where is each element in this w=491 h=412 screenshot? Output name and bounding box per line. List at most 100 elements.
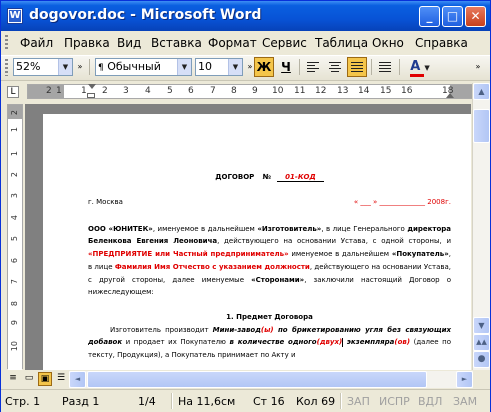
ruler-number: 6 [10,258,19,264]
ruler-number: 7 [210,86,216,96]
menubar-grip[interactable] [5,35,8,51]
toolbar-options-icon[interactable]: » [75,57,85,77]
tab-selector-icon[interactable]: L [7,86,19,98]
status-page: Стр. 1 [5,395,41,408]
status-rec[interactable]: ЗАП [347,395,370,408]
font-size-value: 10 [198,60,212,73]
chevron-down-icon[interactable]: ▼ [228,59,242,75]
menu-view[interactable]: Вид [117,36,141,50]
normal-view-icon[interactable]: ≡ [6,372,20,386]
status-line: Ст 16 [253,395,285,408]
maximize-button[interactable]: □ [442,6,463,27]
text-run: «Сторонами» [251,275,305,284]
chevron-down-icon[interactable]: ▼ [424,64,429,72]
horizontal-ruler[interactable]: 2 1 1 2 3 4 5 6 7 8 9 10 11 12 13 14 15 … [27,84,473,99]
ruler-number: 9 [10,320,19,326]
city-date-line: г. Москва « ___ » _____________ 2008г. [88,196,451,209]
menu-help[interactable]: Справка [415,36,468,50]
scroll-left-button[interactable]: ◄ [69,371,86,388]
style-value: Обычный [107,60,161,73]
style-combo[interactable]: ¶ Обычный ▼ [95,58,192,76]
ruler-number: 7 [10,279,19,285]
justify-icon [351,62,363,73]
chevron-down-icon[interactable]: ▼ [58,59,72,75]
menu-file[interactable]: Файл [20,36,53,50]
contract-number-sign: № [262,173,271,181]
ruler-number: 2 [10,172,19,178]
status-section: Разд 1 [62,395,100,408]
vertical-scrollbar[interactable]: ▲ ▼ ▲▲ ● [472,83,490,370]
ruler-number: 8 [10,301,19,307]
menu-edit[interactable]: Правка [64,36,110,50]
document-page[interactable]: ДОГОВОР № 01-КОД г. Москва « ___ » _____… [43,114,471,370]
toolbar-grip[interactable] [5,59,8,76]
minimize-button[interactable]: _ [419,6,440,27]
first-line-indent-marker[interactable] [88,84,96,89]
left-indent-marker[interactable] [87,93,95,98]
text-run: экземпляра [346,338,395,347]
ruler-number: 1 [56,86,62,96]
scroll-down-button[interactable]: ▼ [473,317,490,334]
align-left-button[interactable] [303,57,323,77]
ruler-number: 5 [167,86,173,96]
select-browse-object-button[interactable]: ● [473,351,490,368]
ruler-number: 4 [145,86,151,96]
toolbar-options-icon[interactable]: » [246,57,254,77]
ruler-number: 1 [81,86,87,96]
contract-title: ДОГОВОР № 01-КОД [88,171,451,184]
menu-tools[interactable]: Сервис [262,36,307,50]
title-bar[interactable]: W dogovor.doc - Microsoft Word _ □ ✕ [1,1,490,31]
font-size-combo[interactable]: 10 ▼ [195,58,243,76]
vertical-scroll-thumb[interactable] [473,109,490,143]
ruler-number: 14 [358,86,370,96]
font-color-button[interactable]: A ▼ [405,57,435,77]
underline-button[interactable]: Ч [276,57,296,77]
justify-button[interactable] [347,57,367,77]
vertical-ruler[interactable]: 2 1 1 2 3 4 5 6 7 8 9 10 [7,104,23,370]
status-ovr[interactable]: ЗАМ [453,395,477,408]
status-separator [171,393,173,409]
menu-window[interactable]: Окно [372,36,404,50]
menu-format[interactable]: Формат [208,36,257,50]
text-run: , действующего на основании Устава, с од… [217,237,451,246]
horizontal-scroll-thumb[interactable] [87,371,427,388]
toolbar-separator [399,59,400,75]
menu-insert[interactable]: Вставка [151,36,202,50]
ruler-number: 1 [10,151,19,157]
previous-page-button[interactable]: ▲▲ [473,334,490,351]
word-window: W dogovor.doc - Microsoft Word _ □ ✕ Фай… [0,0,491,412]
word-doc-icon[interactable]: W [7,8,23,24]
scroll-right-button[interactable]: ► [456,371,473,388]
web-view-icon[interactable]: ▭ [22,372,36,386]
contract-code: 01-КОД [277,173,324,182]
scroll-up-button[interactable]: ▲ [473,83,490,100]
toolbar-options-icon[interactable]: » [473,57,483,77]
text-run: , именуемое в дальнейшем [152,224,258,233]
print-layout-view-icon[interactable]: ▣ [38,372,52,386]
ruler-number: 6 [188,86,194,96]
align-center-button[interactable] [325,57,345,77]
status-trk[interactable]: ИСПР [379,395,410,408]
ruler-number: 3 [123,86,129,96]
document-text[interactable]: ДОГОВОР № 01-КОД г. Москва « ___ » _____… [88,114,451,362]
line-spacing-icon [379,62,391,73]
text-run: Изготовитель производит [110,325,213,334]
ruler-number: 12 [315,86,327,96]
toolbar-separator [89,59,90,75]
ruler-number: 10 [10,341,19,352]
zoom-combo[interactable]: 52% ▼ [13,58,73,76]
bold-button[interactable]: Ж [254,57,274,77]
document-area[interactable]: ДОГОВОР № 01-КОД г. Москва « ___ » _____… [25,104,471,370]
chevron-down-icon[interactable]: ▼ [177,59,191,75]
line-spacing-button[interactable] [375,57,395,77]
window-title: dogovor.doc - Microsoft Word [29,7,262,23]
status-bar: Стр. 1 Разд 1 1/4 На 11,6см Ст 16 Кол 69… [1,389,490,412]
status-column: Кол 69 [296,395,336,408]
status-ext[interactable]: ВДЛ [418,395,442,408]
toolbar-separator [371,59,372,75]
outline-view-icon[interactable]: ☰ [54,372,68,386]
horizontal-scrollbar[interactable]: ◄ ► [69,371,473,388]
menu-table[interactable]: Таблица [315,36,368,50]
right-indent-marker[interactable] [446,93,454,98]
close-button[interactable]: ✕ [465,6,486,27]
